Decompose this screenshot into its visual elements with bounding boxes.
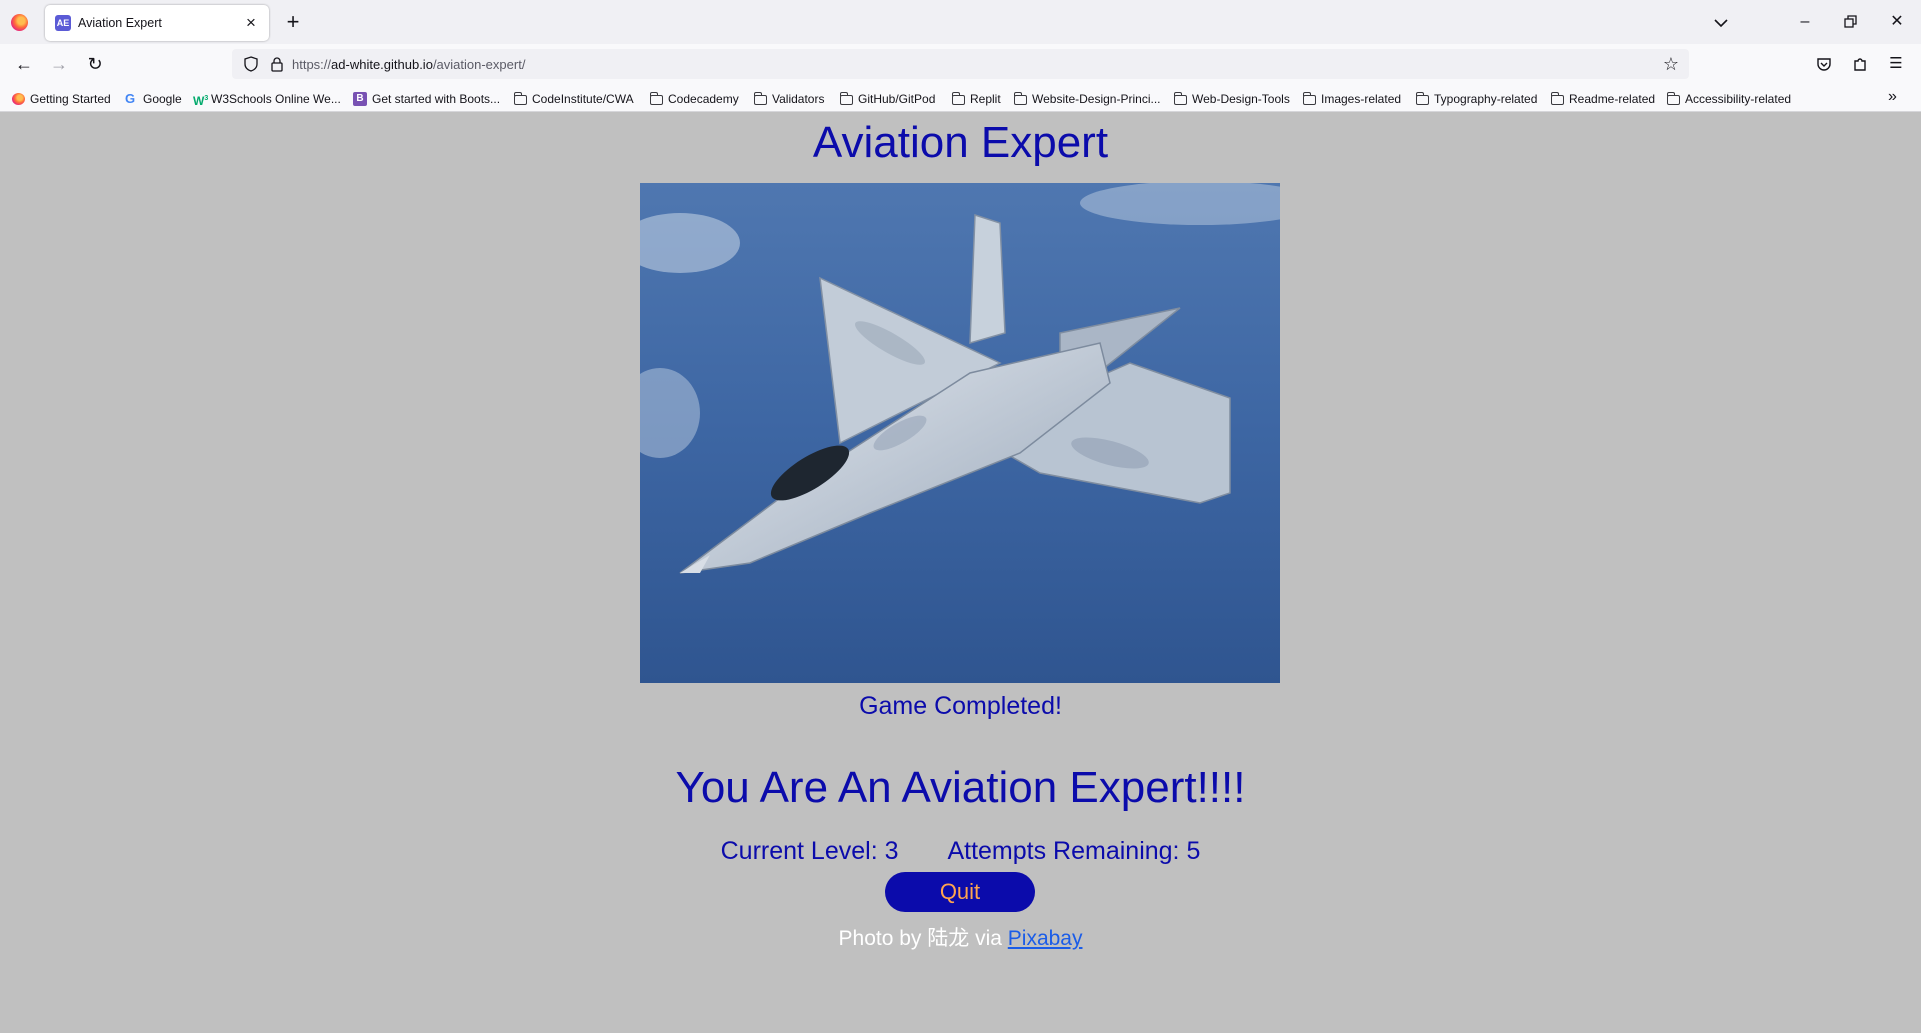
result-heading: You Are An Aviation Expert!!!! bbox=[675, 763, 1246, 812]
tab-bar: AE Aviation Expert × + – ✕ bbox=[0, 0, 1921, 44]
bookmark-label: Get started with Boots... bbox=[372, 92, 501, 106]
bookmark-item[interactable]: Replit bbox=[951, 90, 1001, 108]
bookmark-label: Accessibility-related bbox=[1685, 92, 1792, 106]
tab-aviation-expert[interactable]: AE Aviation Expert × bbox=[45, 5, 269, 41]
folder-icon bbox=[649, 91, 663, 105]
tab-list-chevron-icon[interactable] bbox=[1708, 10, 1734, 36]
photo-credit: Photo by 陆龙 via Pixabay bbox=[0, 922, 1921, 952]
google-icon: G bbox=[125, 91, 136, 106]
back-arrow-icon[interactable]: ← bbox=[10, 50, 38, 78]
bookmark-item[interactable]: Typography-related bbox=[1415, 90, 1538, 108]
bookmark-label: Website-Design-Princi... bbox=[1032, 92, 1161, 106]
hamburger-menu-icon[interactable]: ☰ bbox=[1884, 52, 1908, 76]
bookmark-label: Web-Design-Tools bbox=[1192, 92, 1290, 106]
url-text[interactable]: https://ad-white.github.io/aviation-expe… bbox=[292, 57, 525, 72]
credit-text: Photo by 陆龙 via bbox=[838, 927, 1002, 950]
bookmark-item[interactable]: Codecademy bbox=[649, 90, 739, 108]
bookmark-label: Getting Started bbox=[30, 92, 111, 106]
game-status: Game Completed! bbox=[859, 692, 1062, 720]
folder-icon bbox=[839, 91, 853, 105]
folder-icon bbox=[951, 91, 965, 105]
tracking-shield-icon[interactable] bbox=[244, 56, 258, 72]
bookmark-item[interactable]: CodeInstitute/CWA bbox=[513, 90, 634, 108]
folder-icon bbox=[1550, 91, 1564, 105]
tab-close-icon[interactable]: × bbox=[241, 13, 261, 33]
bookmark-item[interactable]: Web-Design-Tools bbox=[1173, 90, 1290, 108]
restore-icon[interactable] bbox=[1831, 6, 1871, 38]
bookmark-item[interactable]: Getting Started bbox=[12, 90, 111, 108]
bookmark-star-icon[interactable]: ☆ bbox=[1661, 54, 1681, 74]
current-level: Current Level: 3 bbox=[720, 837, 899, 865]
bookmark-label: Codecademy bbox=[668, 92, 739, 106]
bookmark-item[interactable]: Accessibility-related bbox=[1666, 90, 1792, 108]
pocket-icon[interactable] bbox=[1812, 52, 1836, 76]
bookmark-item[interactable]: Validators bbox=[753, 90, 825, 108]
bookmark-label: Validators bbox=[772, 92, 825, 106]
bookmarks-toolbar: Getting Started G Google W3 W3Schools On… bbox=[0, 84, 1921, 112]
bookmark-item[interactable]: Website-Design-Princi... bbox=[1013, 90, 1161, 108]
folder-icon bbox=[1173, 91, 1187, 105]
url-bar[interactable]: https://ad-white.github.io/aviation-expe… bbox=[232, 49, 1689, 79]
bookmark-item[interactable]: Readme-related bbox=[1550, 90, 1656, 108]
game-stats: Current Level: 3 Attempts Remaining: 5 bbox=[0, 837, 1921, 866]
fighter-jet-illustration bbox=[640, 183, 1280, 683]
bookmark-item[interactable]: W3 W3Schools Online We... bbox=[193, 90, 341, 108]
bookmark-label: W3Schools Online We... bbox=[211, 92, 341, 106]
bookmark-item[interactable]: Images-related bbox=[1302, 90, 1402, 108]
folder-icon bbox=[753, 91, 767, 105]
page-content: Aviation Expert Game Completed! You Are … bbox=[0, 112, 1921, 1033]
folder-icon bbox=[1666, 91, 1680, 105]
quit-button[interactable]: Quit bbox=[885, 872, 1035, 912]
new-tab-button[interactable]: + bbox=[280, 9, 306, 35]
bookmark-label: Typography-related bbox=[1434, 92, 1538, 106]
bookmark-label: Google bbox=[143, 92, 182, 106]
w3schools-icon: W3 bbox=[193, 94, 209, 108]
pixabay-link[interactable]: Pixabay bbox=[1008, 927, 1083, 950]
bookmark-item[interactable]: B Get started with Boots... bbox=[353, 90, 500, 108]
reload-icon[interactable]: ↻ bbox=[81, 50, 109, 78]
firefox-icon bbox=[12, 93, 25, 105]
extensions-icon[interactable] bbox=[1848, 52, 1872, 76]
folder-icon bbox=[513, 91, 527, 105]
lock-icon[interactable] bbox=[270, 56, 284, 72]
folder-icon bbox=[1302, 91, 1316, 105]
folder-icon bbox=[1415, 91, 1429, 105]
bookmarks-overflow-icon[interactable]: » bbox=[1888, 88, 1897, 106]
bookmark-label: Readme-related bbox=[1569, 92, 1656, 106]
bookmark-label: CodeInstitute/CWA bbox=[532, 92, 634, 106]
navigation-bar: ← → ↻ https://ad-white.github.io/aviatio… bbox=[0, 44, 1921, 84]
bookmark-label: GitHub/GitPod bbox=[858, 92, 936, 106]
bookmark-item[interactable]: G Google bbox=[125, 90, 182, 108]
bookmark-label: Replit bbox=[970, 92, 1001, 106]
tab-title: Aviation Expert bbox=[78, 16, 162, 30]
fighter-jet-image bbox=[640, 183, 1280, 683]
bookmark-item[interactable]: GitHub/GitPod bbox=[839, 90, 936, 108]
forward-arrow-icon[interactable]: → bbox=[45, 50, 73, 78]
firefox-menu-icon[interactable] bbox=[11, 14, 28, 31]
folder-icon bbox=[1013, 91, 1027, 105]
attempts-remaining: Attempts Remaining: 5 bbox=[947, 837, 1201, 865]
page-title: Aviation Expert bbox=[812, 118, 1109, 167]
bootstrap-icon: B bbox=[353, 92, 367, 106]
minimize-icon[interactable]: – bbox=[1785, 6, 1825, 38]
close-window-icon[interactable]: ✕ bbox=[1877, 6, 1917, 38]
bookmark-label: Images-related bbox=[1321, 92, 1402, 106]
tab-favicon-icon: AE bbox=[55, 15, 71, 31]
